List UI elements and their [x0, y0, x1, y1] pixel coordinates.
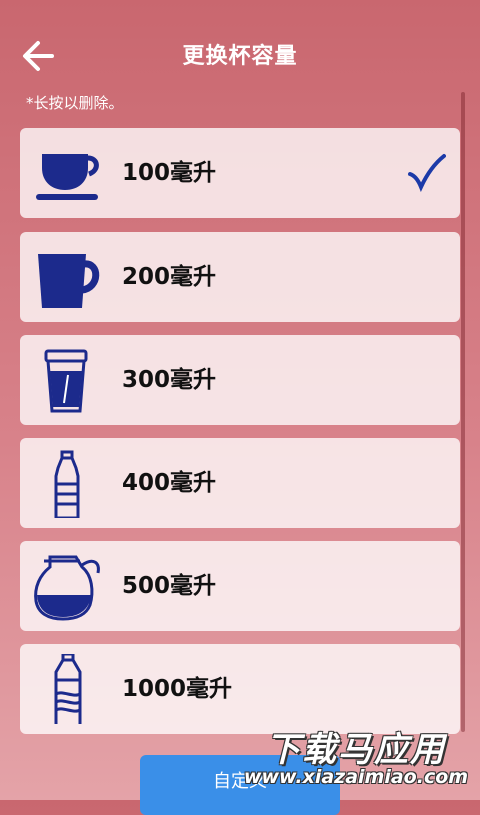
- watermark-url: www.xiazaimiao.com: [243, 766, 469, 788]
- cup-option-400[interactable]: 400毫升: [20, 438, 460, 528]
- watermark: 下载马应用 www.xiazaimiao.com: [238, 722, 474, 798]
- pitcher-icon: [32, 551, 104, 621]
- large-bottle-icon: [32, 652, 104, 728]
- watermark-title: 下载马应用: [266, 730, 446, 770]
- small-bottle-icon: [32, 448, 104, 520]
- cup-option-label: 100毫升: [122, 160, 217, 186]
- scrollbar[interactable]: [461, 92, 465, 732]
- cup-option-1000[interactable]: 1000毫升: [20, 644, 460, 734]
- cup-option-label: 500毫升: [122, 573, 217, 599]
- cup-option-200[interactable]: 200毫升: [20, 232, 460, 322]
- teacup-icon: [32, 138, 104, 208]
- hint-text: *长按以删除。: [26, 94, 124, 112]
- paper-cup-icon: [32, 345, 104, 415]
- checkmark-icon: [406, 152, 446, 193]
- cup-option-300[interactable]: 300毫升: [20, 335, 460, 425]
- mug-icon: [32, 242, 104, 312]
- cup-option-100[interactable]: 100毫升: [20, 128, 460, 218]
- cup-option-label: 200毫升: [122, 264, 217, 290]
- cup-option-label: 300毫升: [122, 367, 217, 393]
- cup-option-label: 1000毫升: [122, 676, 233, 702]
- page-title: 更换杯容量: [182, 44, 298, 69]
- cup-option-label: 400毫升: [122, 470, 217, 496]
- top-bar: 更换杯容量 *长按以删除。: [0, 0, 480, 112]
- cup-option-500[interactable]: 500毫升: [20, 541, 460, 631]
